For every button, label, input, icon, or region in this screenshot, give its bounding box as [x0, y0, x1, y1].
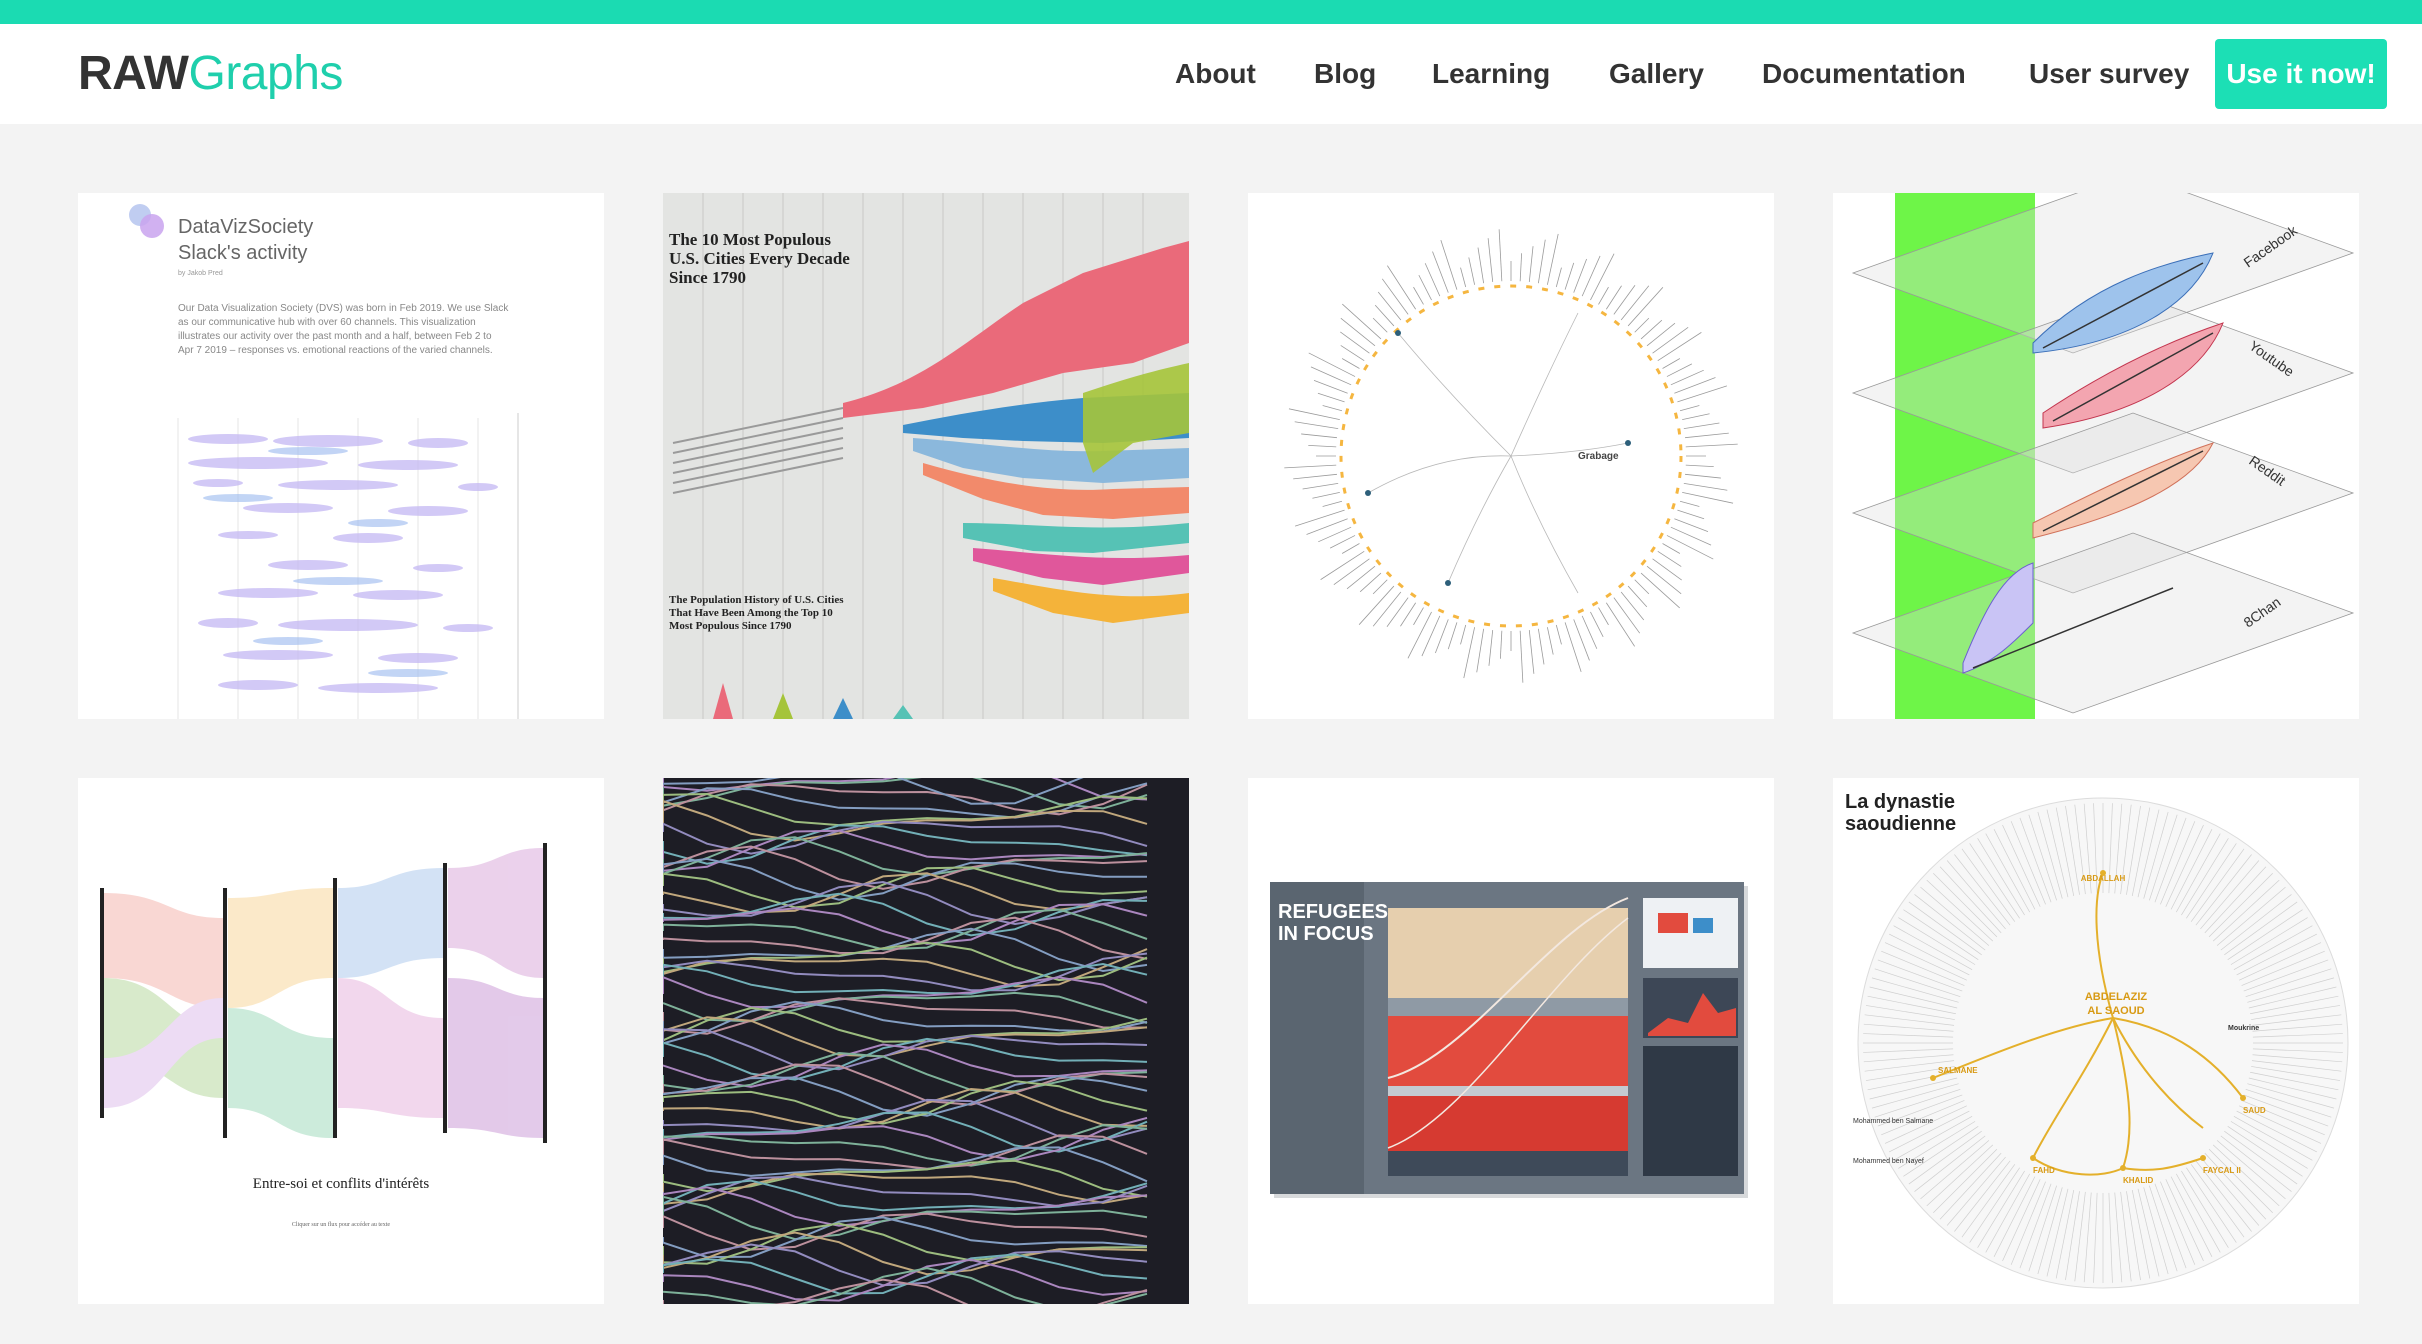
gallery-card-alluvial[interactable]: Entre-soi et conflits d'intérêts Cliquer… [78, 778, 604, 1304]
nav-link-gallery[interactable]: Gallery [1609, 58, 1704, 90]
card7-title-1: REFUGEES [1278, 901, 1388, 923]
card5-caption: Entre-soi et conflits d'intérêts [253, 1176, 430, 1192]
nav-link-documentation[interactable]: Documentation [1762, 58, 1966, 90]
nav-link-user-survey[interactable]: User survey [2029, 58, 2189, 90]
card5-subcaption: Cliquer sur un flux pour accéder au text… [292, 1221, 390, 1228]
card1-title: DataVizSociety [178, 216, 313, 238]
card8-title-1: La dynastie [1845, 791, 1955, 813]
card1-subtitle: Slack's activity [178, 242, 307, 264]
card8-name-faycal: FAYCAL II [2203, 1166, 2241, 1175]
card8-name-khalid: KHALID [2123, 1176, 2153, 1185]
gallery-card-refugees[interactable]: REFUGEES IN FOCUS [1248, 778, 1774, 1304]
card8-title-2: saoudienne [1845, 813, 1956, 835]
thumbnail-isometric-density: Facebook Youtube Reddit 8Chan [1833, 193, 2359, 719]
thumbnail-dark-streams [663, 778, 1189, 1304]
card8-name-mbs: Mohammed ben Salmane [1853, 1118, 1933, 1125]
card2-subtitle-3: Most Populous Since 1790 [669, 620, 792, 632]
card2-title-1: The 10 Most Populous [669, 230, 831, 249]
card2-title-3: Since 1790 [669, 268, 746, 287]
thumbnail-refugees: REFUGEES IN FOCUS [1248, 778, 1774, 1304]
thumbnail-dynastie-saoudienne: La dynastie saoudienne ABDELAZIZ AL SAOU… [1833, 778, 2359, 1304]
card1-byline: by Jakob Pred [178, 270, 223, 277]
card8-name-fahd: FAHD [2033, 1166, 2055, 1175]
top-accent-bar [0, 0, 2422, 24]
card2-subtitle-1: The Population History of U.S. Cities [669, 594, 844, 606]
card1-text-2: as our communicative hub with over 60 ch… [178, 317, 476, 328]
nav-link-blog[interactable]: Blog [1314, 58, 1376, 90]
card7-title-2: IN FOCUS [1278, 923, 1374, 945]
card1-text-3: illustrates our activity over the past m… [178, 331, 492, 342]
nav-link-learning[interactable]: Learning [1432, 58, 1550, 90]
thumbnail-radial-tree: Grabage [1248, 193, 1774, 719]
thumbnail-populous-cities: The 10 Most Populous U.S. Cities Every D… [663, 193, 1189, 719]
card8-name-mbn: Mohammed ben Nayef [1853, 1158, 1924, 1165]
card8-name-saud: SAUD [2243, 1106, 2266, 1115]
site-header: RAWGraphs About Blog Learning Gallery Do… [0, 24, 2422, 124]
card8-name-moukrine: Moukrine [2228, 1025, 2259, 1032]
card8-name-salmane: SALMANE [1938, 1066, 1978, 1075]
card2-title-2: U.S. Cities Every Decade [669, 249, 850, 268]
use-it-now-button[interactable]: Use it now! [2215, 39, 2387, 109]
nav-link-about[interactable]: About [1175, 58, 1256, 90]
card8-center-1: ABDELAZIZ [2085, 991, 2148, 1003]
logo-raw: RAW [78, 47, 189, 100]
thumbnail-alluvial: Entre-soi et conflits d'intérêts Cliquer… [78, 778, 604, 1304]
card3-center-label: Grabage [1578, 451, 1619, 462]
logo-graphs: Graphs [188, 47, 343, 100]
gallery-card-dynastie-saoudienne[interactable]: La dynastie saoudienne ABDELAZIZ AL SAOU… [1833, 778, 2359, 1304]
card8-center-2: AL SAOUD [2087, 1005, 2144, 1017]
gallery-card-radial-tree[interactable]: Grabage [1248, 193, 1774, 719]
gallery-card-populous-cities[interactable]: The 10 Most Populous U.S. Cities Every D… [663, 193, 1189, 719]
card2-subtitle-2: That Have Been Among the Top 10 [669, 607, 833, 619]
card1-text-4: Apr 7 2019 – responses vs. emotional rea… [178, 345, 493, 356]
gallery-card-datavizsociety[interactable]: DataVizSociety Slack's activity by Jakob… [78, 193, 604, 719]
thumbnail-datavizsociety: DataVizSociety Slack's activity by Jakob… [78, 193, 604, 719]
card1-text-1: Our Data Visualization Society (DVS) was… [178, 303, 509, 314]
gallery-card-isometric-density[interactable]: Facebook Youtube Reddit 8Chan [1833, 193, 2359, 719]
site-logo[interactable]: RAWGraphs [78, 46, 343, 102]
gallery-card-dark-streams[interactable] [663, 778, 1189, 1304]
